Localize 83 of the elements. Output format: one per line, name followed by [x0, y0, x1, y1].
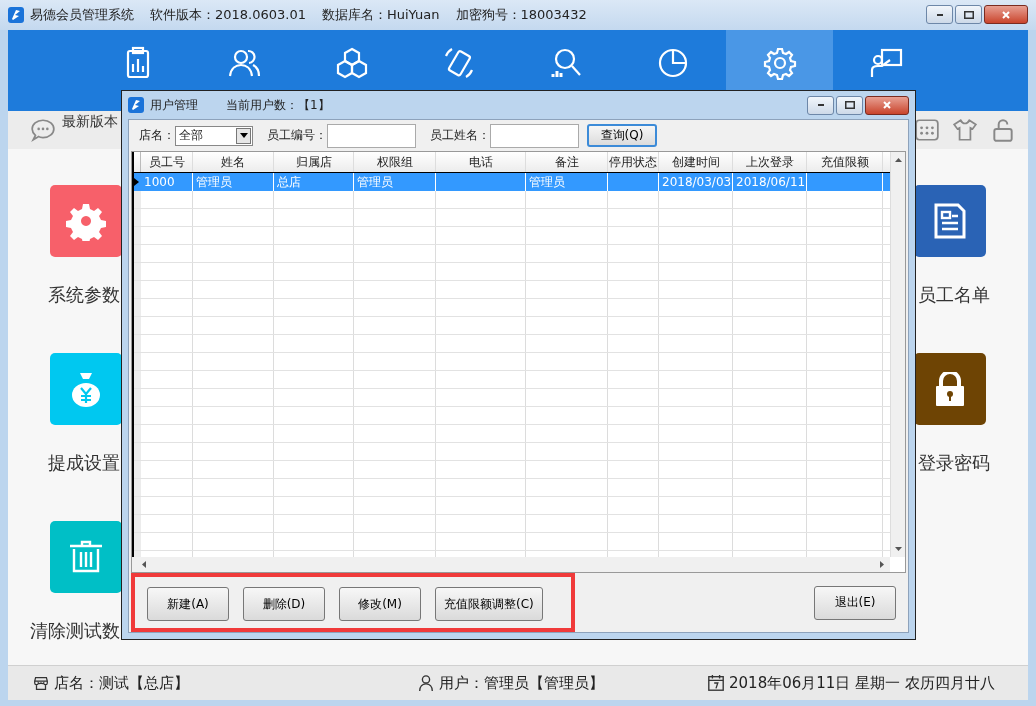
tile-label[interactable]: 登录密码 — [918, 451, 1028, 476]
action-button[interactable]: 删除(D) — [243, 587, 325, 621]
tile-label[interactable]: 清除测试数 — [30, 619, 120, 644]
table-cell: 2018/06/11 — [733, 173, 807, 191]
app-logo-icon — [128, 97, 144, 113]
calendar-icon — [707, 674, 725, 693]
settings-icon — [66, 201, 106, 242]
minimize-icon — [936, 13, 943, 16]
query-button[interactable]: 查询(Q) — [587, 124, 657, 147]
employee-id-label: 员工编号： — [267, 127, 327, 144]
action-button[interactable]: 修改(M) — [339, 587, 421, 621]
window-title: 易德会员管理系统 — [30, 5, 134, 24]
status-store: 店名：测试【总店】 — [54, 673, 189, 693]
exit-button[interactable]: 退出(E) — [814, 585, 896, 620]
database-label: 数据库名：HuiYuan — [322, 5, 440, 24]
column-header[interactable]: 姓名 — [193, 152, 274, 172]
shirt-icon[interactable] — [952, 117, 978, 144]
minimize-button[interactable] — [807, 95, 834, 115]
employee-name-field[interactable] — [490, 123, 579, 148]
table-cell: 管理员 — [354, 173, 436, 191]
status-user: 用户：管理员【管理员】 — [439, 673, 604, 693]
up-arrow-icon[interactable] — [894, 158, 902, 162]
latest-version-notice[interactable]: 最新版本 — [62, 113, 118, 132]
employee-name-label: 员工姓名： — [430, 127, 490, 144]
app-logo-icon — [8, 6, 24, 23]
maximize-icon — [844, 101, 855, 109]
close-icon — [1002, 10, 1010, 19]
down-arrow-icon[interactable] — [894, 547, 902, 551]
maximize-button[interactable] — [836, 95, 863, 115]
user-count: 当前用户数：【1】 — [226, 96, 330, 114]
store-icon — [32, 674, 50, 693]
maximize-button[interactable] — [955, 5, 982, 25]
status-date: 2018年06月11日 星期一 农历四月廿八 — [729, 673, 995, 693]
table-cell: 1000 — [141, 173, 193, 191]
column-header[interactable]: 归属店 — [274, 152, 354, 172]
close-icon — [883, 101, 891, 109]
store-label: 店名： — [139, 127, 175, 144]
table-cell: 管理员 — [526, 173, 608, 191]
maximize-icon — [963, 10, 974, 19]
minimize-button[interactable] — [926, 5, 953, 25]
caret-icon — [239, 133, 248, 138]
right-arrow-icon[interactable] — [880, 561, 884, 568]
dongle-label: 加密狗号：18003432 — [455, 5, 587, 24]
horizontal-scrollbar[interactable] — [132, 557, 890, 572]
version-label: 软件版本：2018.0603.01 — [150, 5, 306, 24]
settings-icon — [762, 45, 797, 80]
dialog-title: 用户管理 — [150, 96, 198, 114]
column-header[interactable]: 创建时间 — [659, 152, 733, 172]
calculator-icon[interactable] — [914, 117, 940, 144]
lock-icon[interactable] — [990, 117, 1016, 144]
cubes-icon — [334, 45, 369, 80]
close-button[interactable] — [865, 95, 909, 115]
chat-icon[interactable] — [30, 117, 56, 144]
action-button[interactable]: 充值限额调整(C) — [435, 587, 543, 621]
column-header[interactable]: 权限组 — [354, 152, 436, 172]
document-icon — [934, 203, 966, 240]
column-header[interactable]: 停用状态 — [608, 152, 659, 172]
moneybag-tile[interactable] — [50, 353, 122, 426]
table-cell: 管理员 — [193, 173, 274, 191]
nav-tab[interactable] — [726, 29, 833, 90]
close-button[interactable] — [984, 5, 1028, 25]
column-header[interactable]: 上次登录 — [733, 152, 807, 172]
trash-tile[interactable] — [50, 521, 122, 594]
action-button[interactable]: 新建(A) — [147, 587, 229, 621]
minimize-icon — [817, 104, 824, 106]
column-header[interactable]: 电话 — [436, 152, 526, 172]
lock-tile[interactable] — [914, 353, 986, 426]
table-cell: 总店 — [274, 173, 354, 191]
column-header[interactable]: 充值限额 — [807, 152, 883, 172]
column-header[interactable]: 员工号 — [141, 152, 193, 172]
column-header[interactable]: 备注 — [526, 152, 608, 172]
table-cell: 2018/03/03 — [659, 173, 733, 191]
vertical-scrollbar[interactable] — [890, 152, 905, 557]
employee-id-field[interactable] — [327, 123, 416, 148]
lock-icon — [936, 372, 964, 407]
document-tile[interactable] — [914, 185, 986, 258]
tile-label[interactable]: 提成设置 — [30, 451, 120, 476]
gear-tile[interactable] — [50, 185, 122, 258]
tile-label[interactable]: 员工名单 — [918, 283, 1028, 308]
store-dropdown[interactable]: 全部 — [175, 125, 253, 146]
left-arrow-icon[interactable] — [142, 561, 146, 568]
user-icon — [417, 674, 435, 693]
tile-label[interactable]: 系统参数 — [30, 283, 120, 308]
